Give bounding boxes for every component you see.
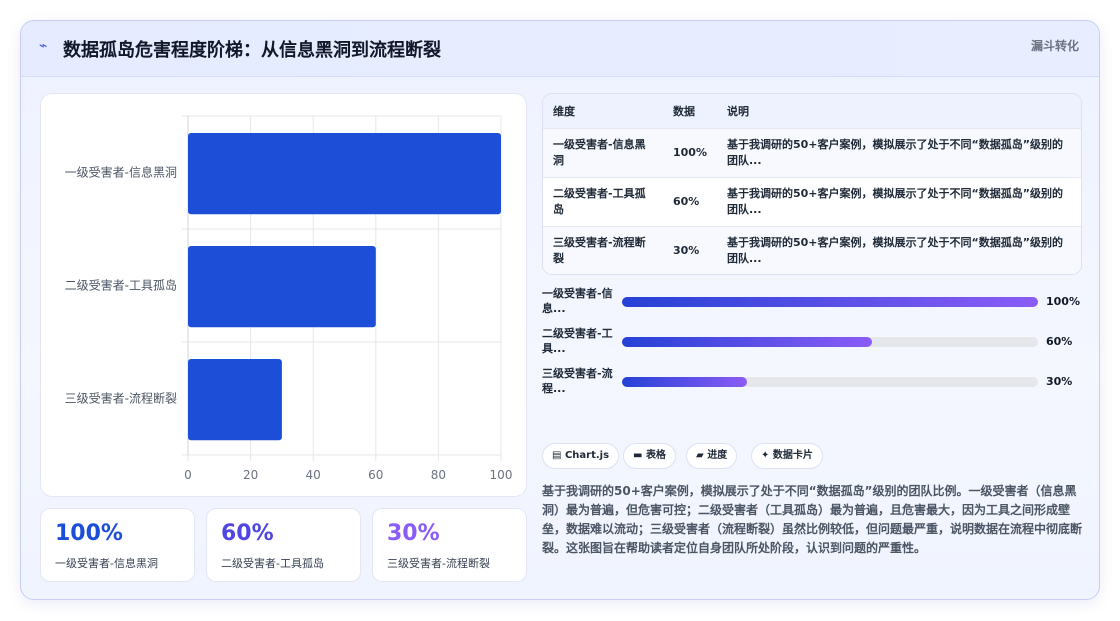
progress-row: 二级受害者-工具... 60% [542, 326, 1082, 358]
table-icon: ▬ [633, 450, 643, 461]
progress-list: 一级受害者-信息... 100% 二级受害者-工具... 60% 三级受害者-流… [542, 286, 1082, 406]
stat-label: 三级受害者-流程断裂 [387, 557, 490, 570]
table-cell: 基于我调研的50+客户案例，模拟展示了处于不同“数据孤岛”级别的团队... [726, 186, 1063, 216]
table-cell: 二级受害者-工具孤岛 [553, 186, 646, 216]
x-tick-label: 20 [243, 468, 258, 482]
column-header: 数据 [673, 104, 695, 118]
stat-value: 60% [221, 521, 274, 546]
stat-label: 二级受害者-工具孤岛 [221, 557, 324, 570]
progress-value: 100% [1046, 295, 1080, 308]
x-tick-label: 40 [306, 468, 321, 482]
progress-row: 三级受害者-流程... 30% [542, 366, 1082, 398]
table-cell: 30% [673, 243, 700, 257]
progress-fill [622, 297, 1038, 307]
table-cell: 基于我调研的50+客户案例，模拟展示了处于不同“数据孤岛”级别的团队... [726, 137, 1063, 167]
column-header: 说明 [726, 104, 749, 118]
category-label: 二级受害者-工具孤岛 [65, 278, 177, 293]
table-cell: 100% [673, 145, 707, 159]
chart-icon: ▤ [552, 450, 562, 461]
stat-card: 60% 二级受害者-工具孤岛 [206, 508, 361, 582]
bolt-icon: ⌁ [39, 38, 48, 54]
progress-value: 60% [1046, 335, 1073, 348]
stat-label: 一级受害者-信息黑洞 [55, 557, 158, 570]
card-header: ⌁ 数据孤岛危害程度阶梯：从信息黑洞到流程断裂 漏斗转化 [21, 21, 1099, 77]
category-tag[interactable]: 漏斗转化 [1031, 37, 1079, 54]
bar [188, 245, 376, 328]
progress-fill [622, 337, 872, 347]
dashboard-card: ⌁ 数据孤岛危害程度阶梯：从信息黑洞到流程断裂 漏斗转化 0 20 40 60 80 10… [20, 20, 1100, 600]
progress-label: 三级受害者-流程... [542, 367, 613, 395]
chart-js-chip[interactable]: ▤ Chart.js [542, 443, 620, 469]
table-cell: 一级受害者-信息黑洞 [553, 137, 646, 167]
progress-fill [622, 377, 747, 387]
progress-label: 二级受害者-工具... [542, 327, 613, 355]
x-tick-label: 0 [184, 468, 192, 482]
table-chip[interactable]: ▬ 表格 [623, 443, 676, 469]
sparkle-icon: ✦ [761, 450, 770, 461]
progress-track [622, 377, 1038, 387]
data-table: 维度 数据 说明 一级受害者-信息黑洞 100% 基于我调研的50+客户案例，模… [542, 93, 1082, 275]
bar [188, 132, 501, 215]
chart-description: 基于我调研的50+客户案例，模拟展示了处于不同“数据孤岛”级别的团队比例。一级受… [542, 484, 1083, 555]
progress-value: 30% [1046, 375, 1073, 388]
progress-chip[interactable]: ▰ 进度 [686, 443, 738, 469]
page-title: 数据孤岛危害程度阶梯：从信息黑洞到流程断裂 [63, 40, 441, 61]
stat-card: 100% 一级受害者-信息黑洞 [40, 508, 195, 582]
x-tick-label: 60 [368, 468, 383, 482]
bar-chart-panel: 0 20 40 60 80 100 一级受害者-信息黑洞 二级受害者-工具孤岛 三级受害者-流程… [40, 93, 527, 497]
chip-label: 表格 [645, 450, 666, 461]
table-row: 二级受害者-工具孤岛 60% 基于我调研的50+客户案例，模拟展示了处于不同“数… [543, 177, 1081, 226]
category-label: 三级受害者-流程断裂 [65, 391, 177, 406]
column-header: 维度 [553, 104, 575, 118]
stat-value: 30% [387, 521, 440, 546]
progress-track [622, 337, 1038, 347]
chip-label: 进度 [707, 450, 728, 461]
stat-cards: 100% 一级受害者-信息黑洞 60% 二级受害者-工具孤岛 30% 三级受害者… [40, 508, 527, 582]
table-cell: 三级受害者-流程断裂 [553, 235, 646, 265]
table-cell: 基于我调研的50+客户案例，模拟展示了处于不同“数据孤岛”级别的团队... [726, 235, 1063, 265]
x-tick-label: 100 [490, 468, 513, 482]
data-card-chip[interactable]: ✦ 数据卡片 [751, 443, 823, 469]
x-tick-label: 80 [431, 468, 446, 482]
bar-chart: 0 20 40 60 80 100 一级受害者-信息黑洞二级受害者-工具孤岛三级受害者-流程… [65, 115, 513, 482]
progress-icon: ▰ [696, 450, 704, 461]
progress-row: 一级受害者-信息... 100% [542, 286, 1082, 318]
bar [188, 358, 282, 441]
chip-label: 数据卡片 [772, 450, 813, 461]
table-row: 一级受害者-信息黑洞 100% 基于我调研的50+客户案例，模拟展示了处于不同“… [543, 128, 1081, 177]
table-header-row: 维度 数据 说明 [543, 94, 1081, 128]
table-cell: 60% [673, 194, 700, 208]
stat-value: 100% [55, 521, 123, 546]
progress-track [622, 297, 1038, 307]
chip-label: Chart.js [564, 450, 610, 461]
category-label: 一级受害者-信息黑洞 [65, 165, 177, 180]
progress-label: 一级受害者-信息... [542, 287, 613, 315]
table-row: 三级受害者-流程断裂 30% 基于我调研的50+客户案例，模拟展示了处于不同“数… [543, 226, 1081, 274]
stat-card: 30% 三级受害者-流程断裂 [372, 508, 527, 582]
